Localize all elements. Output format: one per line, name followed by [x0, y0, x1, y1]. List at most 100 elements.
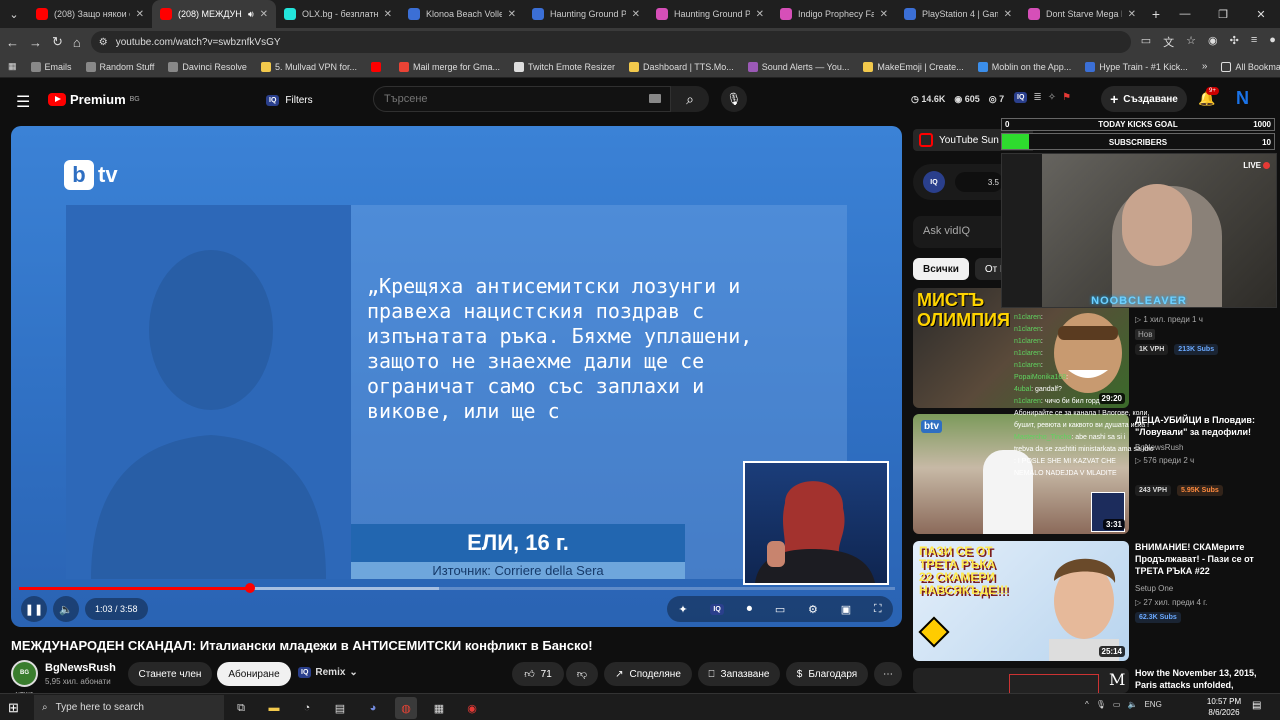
- bookmark-item[interactable]: Moblin on the App...: [977, 61, 1071, 72]
- all-bookmarks-folder[interactable]: All Bookmarks: [1221, 61, 1280, 72]
- clock[interactable]: 10:57 PM 8/6/2026: [1206, 696, 1242, 718]
- browser-tab[interactable]: Indigo Prophecy Fah... ✕: [772, 0, 896, 28]
- browser-tab[interactable]: (208) МЕЖДУНА... 🔊︎ ✕: [152, 0, 276, 28]
- new-tab-button[interactable]: +: [1144, 6, 1168, 22]
- extension-icon[interactable]: ◉: [1208, 34, 1218, 50]
- video-title[interactable]: ВНИМАНИЕ! СКАМерите Продължават! - Пази …: [1135, 541, 1271, 577]
- close-tab-icon[interactable]: ✕: [508, 9, 516, 20]
- thanks-button[interactable]: $ Благодаря: [786, 662, 868, 686]
- remix-button[interactable]: IQ Remix ⌄: [298, 667, 358, 678]
- vidiq-player-icon[interactable]: IQ: [710, 603, 724, 615]
- account-avatar[interactable]: N: [1236, 88, 1249, 109]
- obs-icon[interactable]: ◉: [461, 697, 483, 719]
- close-tab-icon[interactable]: ✕: [384, 9, 392, 20]
- settings-gear-icon[interactable]: ⚙: [808, 603, 818, 616]
- chip-all[interactable]: Всички: [913, 258, 969, 280]
- miniplayer-icon[interactable]: ▣: [841, 603, 851, 616]
- close-tab-icon[interactable]: ✕: [1004, 9, 1012, 20]
- notifications-button[interactable]: 🔔 9+: [1198, 87, 1219, 107]
- ask-vidiq-input[interactable]: Ask vidIQ: [913, 216, 1003, 248]
- task-view-icon[interactable]: ⧉: [230, 697, 252, 719]
- share-button[interactable]: ↗ Споделяне: [604, 662, 692, 686]
- bookmark-item[interactable]: Mail merge for Gma...: [398, 61, 500, 72]
- fullscreen-icon[interactable]: ⛶: [874, 603, 882, 616]
- vidiq-score-icon[interactable]: IQ: [923, 171, 945, 193]
- recommended-video-4[interactable]: M How the November 13, 2015, Paris attac…: [913, 668, 1273, 693]
- close-tab-icon[interactable]: ✕: [136, 9, 144, 20]
- video-title[interactable]: ДЕЦА-УБИЙЦИ в Пловдив: "Ловували" за пед…: [1135, 414, 1271, 438]
- back-icon[interactable]: ←: [6, 35, 19, 50]
- file-explorer-icon[interactable]: ▬: [263, 697, 285, 719]
- discord-icon[interactable]: ◕: [362, 697, 384, 719]
- close-tab-icon[interactable]: ✕: [1128, 9, 1136, 20]
- close-tab-icon[interactable]: ✕: [632, 9, 640, 20]
- bookmark-item[interactable]: MakeEmoji | Create...: [863, 61, 964, 72]
- browser-tab[interactable]: PlayStation 4 | Gamel... ✕: [896, 0, 1020, 28]
- windows-start-icon[interactable]: ⊞: [8, 700, 19, 716]
- browser-tab[interactable]: Dont Starve Mega Pa... ✕: [1020, 0, 1144, 28]
- close-tab-icon[interactable]: ✕: [260, 9, 268, 20]
- bookmark-item[interactable]: Emails: [30, 61, 72, 72]
- profile-icon[interactable]: ●: [1269, 34, 1276, 50]
- progress-bar[interactable]: [19, 583, 895, 593]
- translate-icon[interactable]: 文: [1163, 34, 1174, 50]
- browser-tab[interactable]: Haunting Ground Pri... ✕: [524, 0, 648, 28]
- ai-sparkle-icon[interactable]: ✦: [678, 603, 687, 616]
- tab-search-chevron-icon[interactable]: ⌄: [0, 0, 28, 28]
- alert-icon[interactable]: ⚑: [1062, 92, 1071, 103]
- minimize-icon[interactable]: —: [1166, 8, 1204, 20]
- save-button[interactable]: ⎕ Запазване: [698, 662, 780, 686]
- channel-name[interactable]: BgNewsRush: [45, 662, 116, 674]
- close-tab-icon[interactable]: ✕: [756, 9, 764, 20]
- subtitles-icon[interactable]: ▭: [775, 603, 785, 616]
- channel-avatar[interactable]: BG NEWS: [11, 660, 38, 699]
- scrubber-handle[interactable]: [245, 583, 256, 593]
- thumbnail[interactable]: ПАЗИ СЕ ОТ ТРЕТА РЪКА 22 СКАМЕРИ НАВСЯКЪ…: [913, 541, 1129, 661]
- more-actions-button[interactable]: ⋯: [874, 662, 902, 686]
- recommended-video-3[interactable]: ПАЗИ СЕ ОТ ТРЕТА РЪКА 22 СКАМЕРИ НАВСЯКЪ…: [913, 541, 1273, 661]
- restore-icon[interactable]: ❐: [1204, 8, 1242, 21]
- voice-search-button[interactable]: 🎙: [721, 86, 747, 112]
- volume-button[interactable]: 🔈: [53, 596, 79, 622]
- channel-name[interactable]: Setup One: [1135, 584, 1173, 593]
- apps-grid-icon[interactable]: ▦: [8, 61, 17, 72]
- search-button[interactable]: ⌕: [671, 86, 709, 112]
- vidiq-icon[interactable]: IQ: [1014, 92, 1028, 103]
- close-window-icon[interactable]: ✕: [1242, 8, 1280, 21]
- show-hidden-icon[interactable]: ^: [1085, 700, 1089, 709]
- video-player[interactable]: b tv „Крещяха антисемитски лозунги и прав…: [11, 126, 902, 627]
- browser-tab[interactable]: OLX.bg - безплатни... ✕: [276, 0, 400, 28]
- volume-tray-icon[interactable]: 🔈: [1127, 700, 1137, 709]
- bookmark-item[interactable]: Sound Alerts — You...: [747, 61, 849, 72]
- bookmark-item[interactable]: Hype Train - #1 Kick...: [1085, 61, 1188, 72]
- subscribe-button[interactable]: Абониране: [217, 662, 291, 686]
- dislike-button[interactable]: 👎︎: [566, 662, 598, 686]
- bookmark-star-icon[interactable]: ☆: [1186, 34, 1196, 50]
- app-icon[interactable]: ▤: [329, 697, 351, 719]
- thumbnail[interactable]: M: [913, 668, 1129, 693]
- search-input[interactable]: [384, 93, 634, 105]
- bookmark-item[interactable]: Random Stuff: [85, 61, 154, 72]
- bookmark-item[interactable]: 5. Mullvad VPN for...: [260, 61, 357, 72]
- forward-icon[interactable]: →: [29, 35, 42, 50]
- pause-button[interactable]: ❚❚: [21, 596, 47, 622]
- network-icon[interactable]: ▭: [1113, 700, 1121, 709]
- browser-tab[interactable]: Klonoa Beach Volley... ✕: [400, 0, 524, 28]
- extensions-puzzle-icon[interactable]: ✣: [1230, 34, 1239, 50]
- home-icon[interactable]: ⌂: [73, 35, 81, 50]
- browser-tab[interactable]: (208) Защо някои ст... ✕: [28, 0, 152, 28]
- url-field[interactable]: ⚙ youtube.com/watch?v=swbznfkVsGY: [90, 31, 1131, 53]
- more-bookmarks-icon[interactable]: »: [1202, 61, 1208, 72]
- notification-center-icon[interactable]: ▤: [1252, 700, 1261, 711]
- taskbar-search[interactable]: ⌕ Type here to search: [34, 695, 224, 720]
- close-tab-icon[interactable]: ✕: [880, 9, 888, 20]
- language-indicator[interactable]: ENG: [1144, 700, 1161, 709]
- browser-tab[interactable]: Haunting Ground PS... ✕: [648, 0, 772, 28]
- autoplay-toggle-icon[interactable]: ⏺: [747, 603, 753, 616]
- like-button[interactable]: 👍︎ 71: [512, 662, 564, 686]
- bookmark-item[interactable]: Dashboard | TTS.Mo...: [629, 61, 734, 72]
- cast-icon[interactable]: ▭: [1141, 34, 1151, 50]
- vidiq-filters-button[interactable]: IQ Filters: [266, 90, 313, 110]
- mic-tray-icon[interactable]: 🎙: [1096, 700, 1106, 709]
- extension-badge-icon[interactable]: ✧: [1048, 92, 1056, 103]
